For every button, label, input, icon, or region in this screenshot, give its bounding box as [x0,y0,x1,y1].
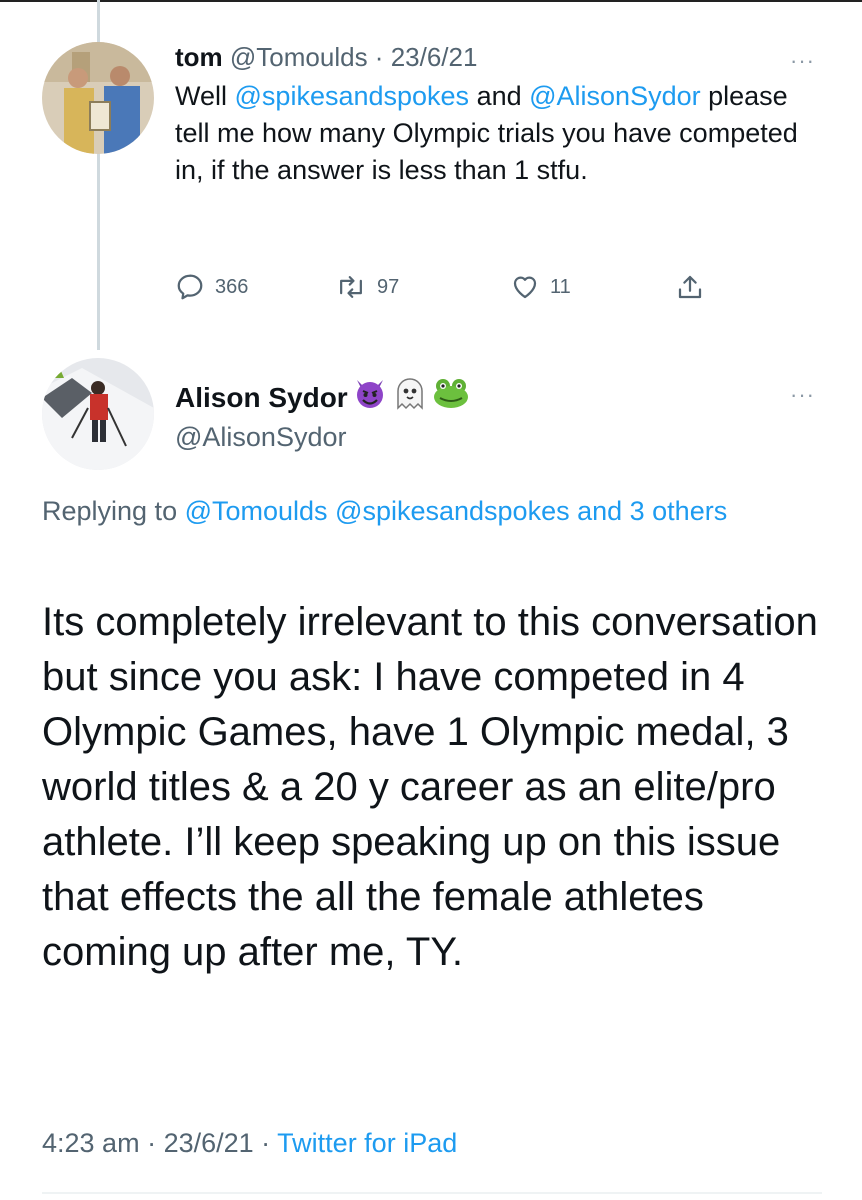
tweet-2-timestamp-row: 4:23 am · 23/6/21 · Twitter for iPad [42,1128,457,1159]
tweet-2-display-name-row[interactable]: Alison Sydor [175,376,470,420]
replying-to-line: Replying to @Tomoulds @spikesandspokes a… [42,490,822,532]
tweet-1-more-icon[interactable]: ··· [790,48,815,74]
reply-button[interactable]: 366 [175,272,248,302]
retweet-icon [340,276,362,298]
tweet-1-date[interactable]: 23/6/21 [391,42,478,72]
tweet-1-handle[interactable]: @Tomoulds [230,42,368,72]
retweet-count: 97 [377,275,400,298]
timestamp-separator: · [139,1128,164,1158]
tweet-1-text-part: Well [175,81,235,111]
tweet-2-handle[interactable]: @AlisonSydor [175,422,346,453]
share-icon [678,275,702,299]
heart-icon [513,276,537,299]
tom-avatar[interactable] [42,42,154,154]
ghost-emoji-icon [392,376,428,420]
bottom-divider [42,1192,822,1194]
share-button[interactable] [675,272,715,302]
alison-avatar-photo [42,358,154,470]
reply-count: 366 [215,275,249,298]
tom-avatar-photo [42,42,154,154]
mention-spikesandspokes[interactable]: @spikesandspokes [235,81,470,111]
tweet-1-text: Well @spikesandspokes and @AlisonSydor p… [175,78,805,189]
tweet-2-text: Its completely irrelevant to this conver… [42,600,818,974]
like-count: 11 [550,275,571,298]
retweet-button[interactable]: 97 [335,272,399,302]
tweet-1-text-part: and [469,81,530,111]
devil-emoji-icon [352,376,388,420]
tweet-2-time[interactable]: 4:23 am [42,1128,140,1158]
tweet-2-more-icon[interactable]: ··· [790,382,815,408]
timestamp-separator: · [253,1128,278,1158]
tweet-2-source-link[interactable]: Twitter for iPad [277,1128,457,1158]
tweet-1[interactable]: tom @Tomoulds · 23/6/21 Well @spikesands… [175,40,815,189]
replying-to-prefix: Replying to [42,496,185,526]
reply-icon [177,274,203,300]
mention-alisonsydor[interactable]: @AlisonSydor [529,81,700,111]
tweet-1-display-name[interactable]: tom [175,42,223,72]
tweet-1-header: tom @Tomoulds · 23/6/21 [175,40,815,74]
alison-avatar[interactable] [42,358,154,470]
tweet-1-separator: · [367,42,391,72]
tweet-1-action-bar: 366 97 11 [175,272,735,308]
replying-to-mentions[interactable]: @Tomoulds @spikesandspokes and 3 others [185,496,728,526]
like-button[interactable]: 11 [510,272,571,302]
top-border [0,0,862,2]
frog-emoji-icon [432,376,470,420]
tweet-2-date[interactable]: 23/6/21 [164,1128,254,1158]
tweet-2-display-name[interactable]: Alison Sydor [175,379,348,417]
